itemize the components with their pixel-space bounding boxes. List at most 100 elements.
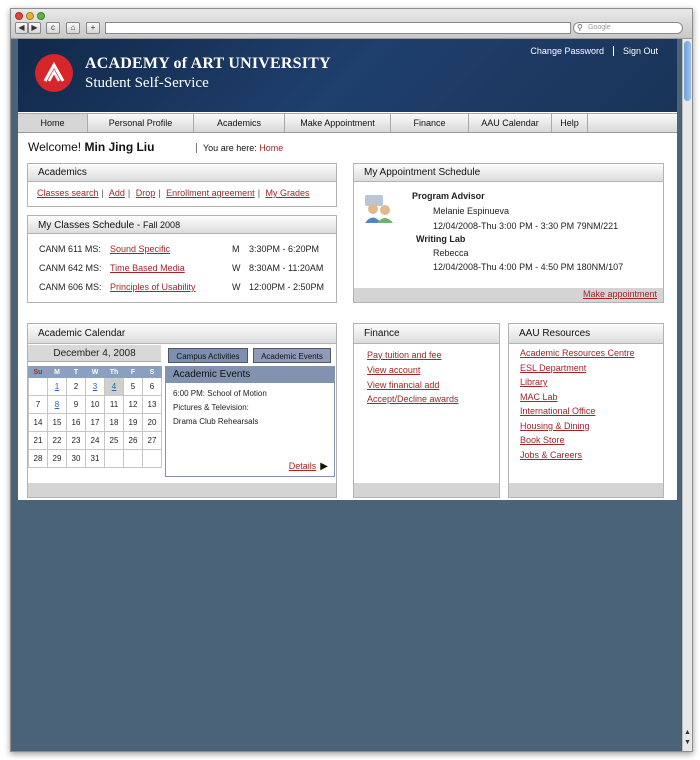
tab-academic-events[interactable]: Academic Events bbox=[253, 348, 331, 363]
accept-decline-awards-link[interactable]: Accept/Decline awards bbox=[367, 394, 459, 404]
finance-panel-footer bbox=[354, 483, 499, 497]
add-bookmark-button[interactable]: + bbox=[86, 22, 100, 34]
calendar-day[interactable]: 13 bbox=[142, 395, 162, 414]
resource-link[interactable]: Jobs & Careers bbox=[520, 450, 582, 460]
minimize-window-button[interactable] bbox=[26, 12, 34, 20]
nav-aau-calendar[interactable]: AAU Calendar bbox=[469, 114, 552, 132]
calendar-day[interactable]: 7 bbox=[28, 395, 48, 414]
sign-out-link[interactable]: Sign Out bbox=[616, 46, 665, 56]
breadcrumb: You are here: Home bbox=[196, 143, 283, 153]
calendar-day[interactable]: 10 bbox=[85, 395, 105, 414]
calendar-day[interactable]: 12 bbox=[123, 395, 143, 414]
nav-finance[interactable]: Finance bbox=[391, 114, 469, 132]
drop-class-link[interactable]: Drop bbox=[136, 188, 156, 198]
calendar-day[interactable]: 16 bbox=[66, 413, 86, 432]
finance-panel-title: Finance bbox=[354, 324, 499, 344]
calendar-day[interactable]: 1 bbox=[47, 377, 67, 396]
appointment-role: Writing Lab bbox=[416, 234, 466, 244]
resource-link[interactable]: Academic Resources Centre bbox=[520, 348, 635, 358]
calendar-day[interactable]: 2 bbox=[66, 377, 86, 396]
details-link[interactable]: Details ▶ bbox=[289, 461, 328, 472]
add-class-link[interactable]: Add bbox=[109, 188, 125, 198]
pay-tuition-link[interactable]: Pay tuition and fee bbox=[367, 350, 442, 360]
calendar-day[interactable]: 25 bbox=[104, 431, 124, 450]
change-password-link[interactable]: Change Password bbox=[523, 46, 611, 56]
class-name-link[interactable]: Principles of Usability bbox=[110, 282, 196, 292]
resource-link[interactable]: Library bbox=[520, 377, 548, 387]
calendar-day-selected[interactable]: 4 bbox=[104, 377, 124, 396]
forward-button[interactable]: ▶ bbox=[28, 22, 41, 34]
tab-campus-activities[interactable]: Campus Activities bbox=[168, 348, 248, 363]
breadcrumb-label: You are here: bbox=[203, 143, 257, 153]
resource-link[interactable]: Housing & Dining bbox=[520, 421, 590, 431]
nav-academics[interactable]: Academics bbox=[194, 114, 285, 132]
browser-window: ◀ ▶ c ⌂ + ⚲ Google ▲ ▼ ACADEMY of ART UN… bbox=[10, 8, 693, 752]
details-label: Details bbox=[288, 461, 317, 471]
calendar-day[interactable]: 6 bbox=[142, 377, 162, 396]
nav-home[interactable]: Home bbox=[18, 114, 88, 132]
make-appointment-link[interactable]: Make appointment bbox=[583, 289, 657, 299]
address-bar[interactable] bbox=[105, 22, 571, 34]
calendar-day[interactable]: 23 bbox=[66, 431, 86, 450]
view-account-link[interactable]: View account bbox=[367, 365, 420, 375]
university-logo bbox=[35, 54, 73, 92]
calendar-day bbox=[142, 449, 162, 468]
calendar-day[interactable]: 24 bbox=[85, 431, 105, 450]
calendar-day[interactable]: 29 bbox=[47, 449, 67, 468]
schedule-title: My Classes Schedule bbox=[38, 220, 135, 231]
enrollment-agreement-link[interactable]: Enrollment agreement bbox=[166, 188, 255, 198]
calendar-month-header: December 4, 2008 bbox=[28, 345, 161, 362]
calendar-day[interactable]: 3 bbox=[85, 377, 105, 396]
calendar-day[interactable]: 5 bbox=[123, 377, 143, 396]
nav-personal-profile[interactable]: Personal Profile bbox=[88, 114, 194, 132]
calendar-day[interactable]: 15 bbox=[47, 413, 67, 432]
calendar-day[interactable]: 20 bbox=[142, 413, 162, 432]
calendar-day[interactable]: 26 bbox=[123, 431, 143, 450]
schedule-term: Fall 2008 bbox=[143, 220, 181, 230]
events-title: Academic Events bbox=[166, 367, 334, 383]
appointment-person: Rebecca bbox=[433, 248, 469, 258]
calendar-day[interactable]: 18 bbox=[104, 413, 124, 432]
calendar-day[interactable]: 21 bbox=[28, 431, 48, 450]
calendar-day[interactable]: 8 bbox=[47, 395, 67, 414]
search-field[interactable]: ⚲ Google bbox=[573, 22, 683, 34]
vertical-scrollbar[interactable]: ▲ ▼ bbox=[682, 39, 692, 751]
my-grades-link[interactable]: My Grades bbox=[266, 188, 310, 198]
reload-button[interactable]: c bbox=[46, 22, 60, 34]
calendar-day[interactable]: 14 bbox=[28, 413, 48, 432]
back-button[interactable]: ◀ bbox=[15, 22, 28, 34]
calendar-day[interactable]: 9 bbox=[66, 395, 86, 414]
scrollbar-thumb[interactable] bbox=[684, 41, 691, 101]
calendar-panel-footer bbox=[28, 483, 336, 497]
class-name-link[interactable]: Time Based Media bbox=[110, 263, 185, 273]
calendar-day[interactable]: 27 bbox=[142, 431, 162, 450]
zoom-window-button[interactable] bbox=[37, 12, 45, 20]
scroll-down-arrow[interactable]: ▼ bbox=[684, 739, 691, 746]
home-button[interactable]: ⌂ bbox=[66, 22, 80, 34]
resource-link[interactable]: MAC Lab bbox=[520, 392, 558, 402]
nav-make-appointment[interactable]: Make Appointment bbox=[285, 114, 391, 132]
close-window-button[interactable] bbox=[15, 12, 23, 20]
calendar-day[interactable]: 19 bbox=[123, 413, 143, 432]
resource-link[interactable]: Book Store bbox=[520, 435, 565, 445]
class-time: 12:00PM - 2:50PM bbox=[249, 282, 325, 292]
view-financial-aid-link[interactable]: View financial add bbox=[367, 380, 439, 390]
resource-link[interactable]: International Office bbox=[520, 406, 595, 416]
breadcrumb-home-link[interactable]: Home bbox=[259, 143, 283, 153]
class-name-link[interactable]: Sound Specific bbox=[110, 244, 170, 254]
classes-search-link[interactable]: Classes search bbox=[37, 188, 99, 198]
calendar-day[interactable]: 30 bbox=[66, 449, 86, 468]
appointment-time: 12/04/2008-Thu 3:00 PM - 3:30 PM 79NM/22… bbox=[433, 221, 619, 231]
appointment-role: Program Advisor bbox=[412, 191, 485, 201]
resource-link[interactable]: ESL Department bbox=[520, 363, 586, 373]
calendar-day[interactable]: 22 bbox=[47, 431, 67, 450]
nav-help[interactable]: Help bbox=[552, 114, 588, 132]
calendar-day[interactable]: 31 bbox=[85, 449, 105, 468]
weekday-label: T bbox=[66, 366, 86, 378]
calendar-day[interactable]: 11 bbox=[104, 395, 124, 414]
page-content: ACADEMY of ART UNIVERSITY Student Self-S… bbox=[18, 39, 677, 500]
event-line: 6:00 PM: School of Motion bbox=[173, 389, 267, 398]
calendar-day[interactable]: 28 bbox=[28, 449, 48, 468]
calendar-day[interactable]: 17 bbox=[85, 413, 105, 432]
scroll-up-arrow[interactable]: ▲ bbox=[684, 729, 691, 736]
